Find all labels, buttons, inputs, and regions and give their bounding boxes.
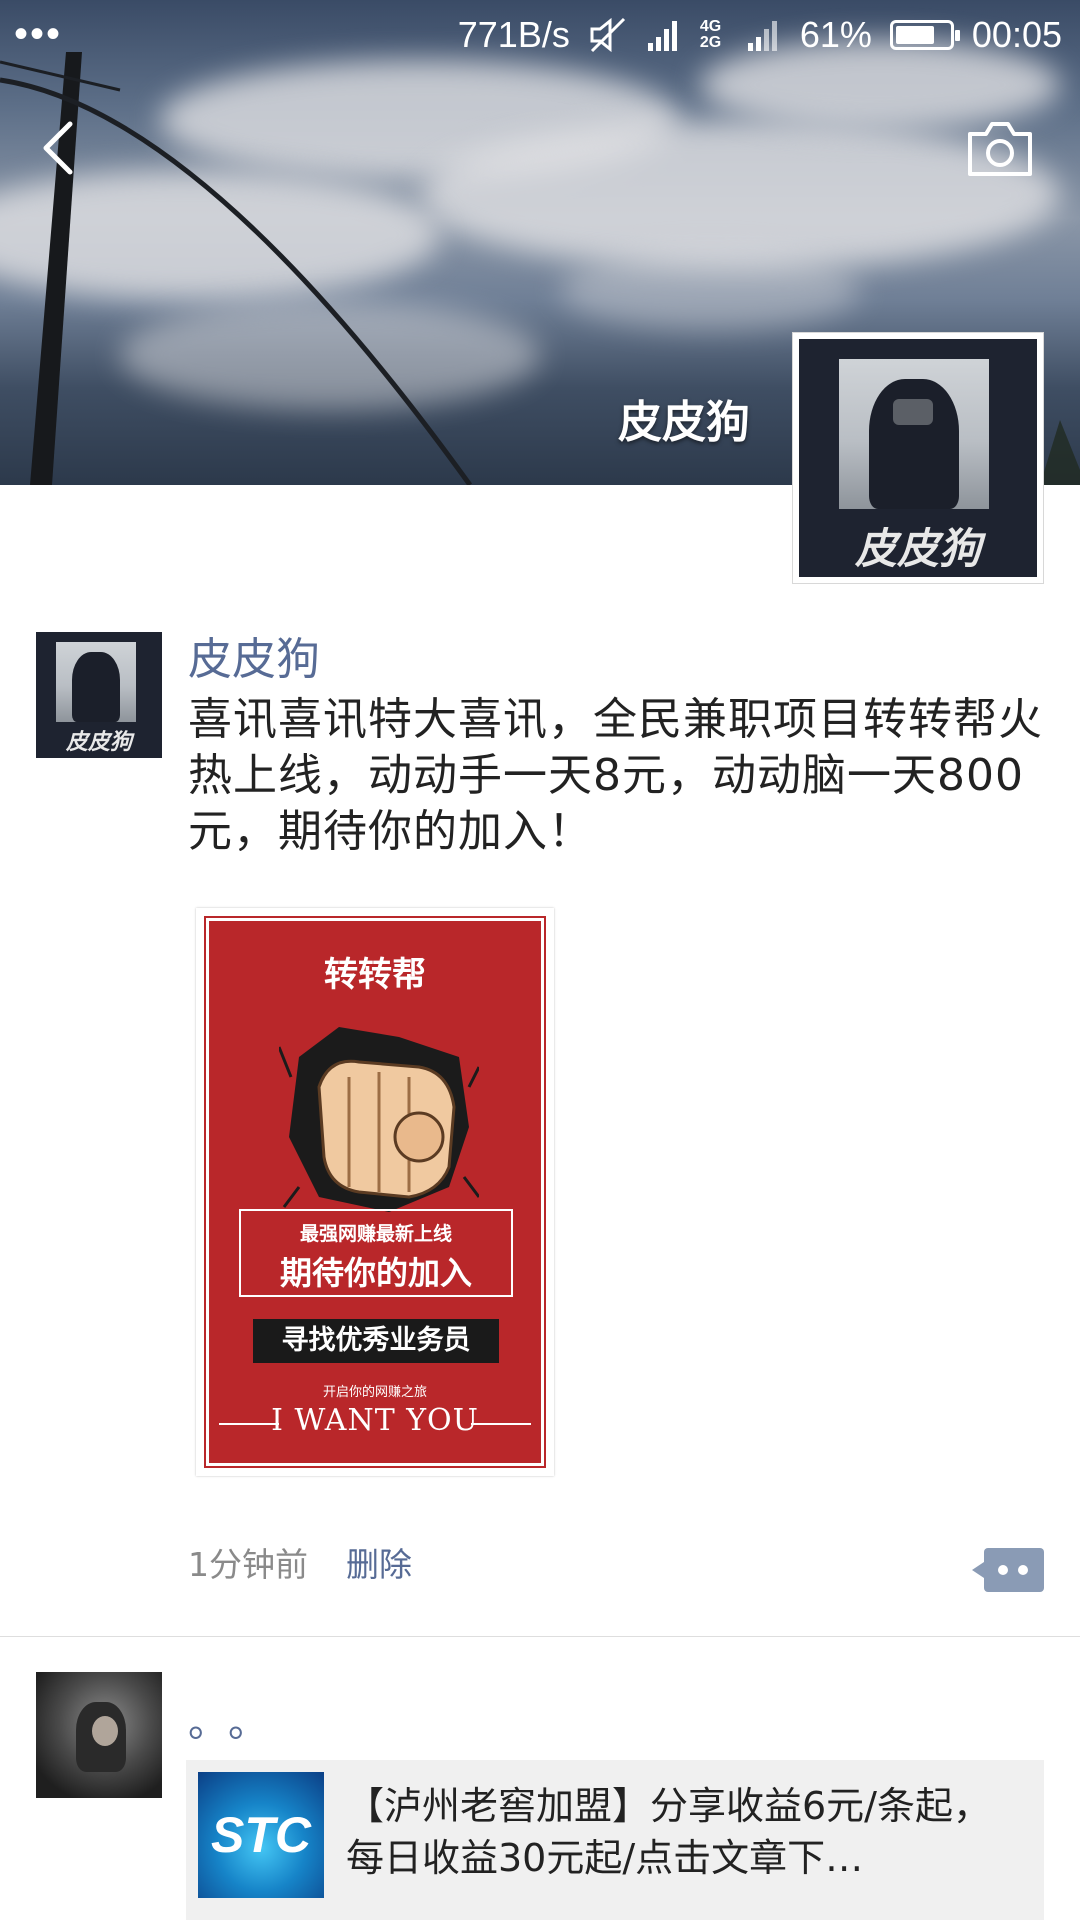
author-avatar[interactable]: 皮皮狗 [36,632,162,758]
network-speed: 771B/s [457,14,570,55]
poster-box-line2: 期待你的加入 [279,1254,472,1292]
poster-box-line1: 最强网赚最新上线 [299,1223,452,1245]
profile-name[interactable]: 皮皮狗 [618,386,750,450]
post-text: 喜讯喜讯特大喜讯，全民兼职项目转转帮火热上线，动动手一天8元，动动脑一天800元… [188,694,1043,857]
post-text: 。。 [188,1700,288,1746]
post-time: 1分钟前 [188,1545,308,1584]
poster-subtitle: 开启你的网赚之旅 [322,1385,427,1400]
clock: 00:05 [971,14,1062,55]
poster-box: 最强网赚最新上线 期待你的加入 [239,1209,513,1297]
battery-icon [889,20,960,50]
post-image[interactable]: 转转帮 最强网赚最新上线 期待你的加入 寻找优秀业务员 开启你的网赚之旅 I W… [196,908,554,1476]
post-divider [0,1636,1080,1637]
network-type-label: 4G 2G [699,18,722,51]
link-title: 【泸州老窖加盟】分享收益6元/条起，每日收益30元起/点击文章下… [346,1784,991,1880]
battery-percent: 61% [799,14,872,55]
camera-icon[interactable] [964,118,1036,180]
poster-slogan: I WANT YOU [271,1403,479,1438]
poster-title: 转转帮 [324,955,426,995]
author-avatar[interactable] [36,1672,162,1798]
mute-icon [590,17,625,53]
comment-like-button[interactable] [972,1548,1044,1592]
more-dot-icon [1018,1565,1028,1575]
more-dot-icon [998,1565,1008,1575]
post-meta: 1分钟前 删除 [188,1540,1048,1592]
signal-2-icon [747,21,777,51]
author-name[interactable]: 皮皮狗 [188,632,1048,688]
profile-avatar[interactable]: 皮皮狗 [792,332,1044,584]
link-thumb-logo: STC [211,1807,311,1863]
status-bar: ••• 771B/s 4G 2G 61% 00:05 [0,0,1080,72]
avatar-caption: 皮皮狗 [854,524,981,573]
delete-button[interactable]: 删除 [346,1540,412,1590]
pointing-hand-graphic [279,1027,479,1212]
avatar-caption: 皮皮狗 [65,729,132,755]
back-chevron-icon[interactable] [32,112,92,184]
shared-link-card[interactable]: STC 【泸州老窖加盟】分享收益6元/条起，每日收益30元起/点击文章下… [186,1760,1044,1920]
poster-banner: 寻找优秀业务员 [253,1319,499,1363]
notification-dots-icon: ••• [14,12,63,56]
link-thumbnail: STC [198,1772,324,1898]
signal-icon [647,21,677,51]
